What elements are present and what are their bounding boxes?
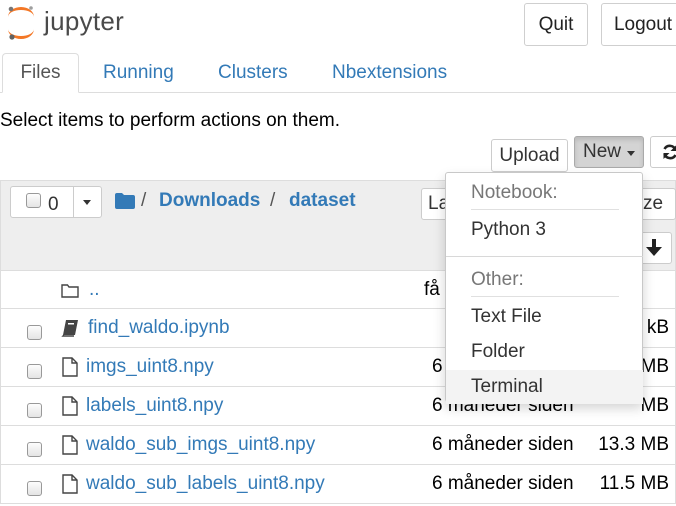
refresh-button[interactable] — [650, 136, 676, 168]
menu-item-python3[interactable]: Python 3 — [446, 213, 643, 247]
item-size: MB — [640, 356, 670, 377]
menu-item-terminal[interactable]: Terminal — [446, 370, 643, 404]
arrow-down-icon — [646, 239, 662, 256]
item-name[interactable]: imgs_uint8.npy — [86, 356, 214, 378]
item-name[interactable]: waldo_sub_imgs_uint8.npy — [86, 434, 315, 456]
list-item[interactable]: waldo_sub_labels_uint8.npy 6 måneder sid… — [0, 465, 676, 504]
folder-icon[interactable] — [115, 193, 135, 209]
item-size: MB — [640, 395, 670, 416]
tab-nbextensions[interactable]: Nbextensions — [318, 53, 461, 93]
breadcrumb-root-sep: / — [141, 190, 147, 211]
selected-count: 0 — [48, 194, 59, 215]
refresh-icon — [663, 144, 676, 160]
item-size: 11.5 MB — [599, 473, 669, 494]
breadcrumb-dataset[interactable]: dataset — [289, 190, 356, 212]
file-icon — [62, 474, 78, 494]
menu-divider — [446, 256, 643, 257]
row-checkbox[interactable] — [27, 442, 42, 457]
upload-button[interactable]: Upload — [491, 139, 568, 172]
item-name[interactable]: labels_uint8.npy — [86, 395, 223, 417]
item-modified: 6 — [432, 356, 443, 377]
item-size: 13.3 MB — [598, 434, 669, 455]
list-item[interactable]: waldo_sub_imgs_uint8.npy 6 måneder siden… — [0, 426, 676, 465]
breadcrumb-sep: / — [270, 190, 276, 211]
tab-files[interactable]: Files — [2, 53, 79, 93]
menu-header-notebook: Notebook: — [471, 182, 558, 203]
tab-running[interactable]: Running — [89, 53, 188, 93]
menu-header-underline — [471, 209, 619, 210]
menu-item-folder[interactable]: Folder — [446, 335, 643, 369]
folder-icon — [61, 284, 79, 298]
caret-down-icon[interactable] — [83, 200, 91, 205]
item-modified: 6 måneder siden — [432, 434, 574, 455]
caret-down-icon — [627, 150, 635, 156]
file-icon — [62, 435, 78, 455]
jupyter-logo-icon — [8, 6, 34, 40]
row-checkbox[interactable] — [27, 364, 42, 379]
file-icon — [62, 396, 78, 416]
menu-header-underline — [471, 296, 619, 297]
file-icon — [62, 357, 78, 377]
item-size: kB — [646, 317, 669, 338]
new-dropdown-button[interactable]: New — [574, 136, 644, 168]
selection-hint: Select items to perform actions on them. — [0, 110, 341, 131]
logout-button[interactable]: Logout — [601, 3, 676, 46]
item-modified: 6 måneder siden — [432, 473, 574, 494]
logo-text: jupyter — [44, 6, 125, 36]
row-checkbox[interactable] — [27, 325, 42, 340]
row-checkbox[interactable] — [27, 481, 42, 496]
select-divider — [73, 187, 74, 217]
notebook-icon — [61, 320, 78, 337]
item-modified: få — [424, 279, 440, 300]
item-name[interactable]: find_waldo.ipynb — [88, 317, 230, 339]
row-checkbox[interactable] — [27, 403, 42, 418]
quit-button[interactable]: Quit — [524, 3, 588, 46]
tab-clusters[interactable]: Clusters — [204, 53, 302, 93]
menu-item-text-file[interactable]: Text File — [446, 300, 643, 334]
sort-size-label: ze — [643, 193, 664, 214]
item-name[interactable]: .. — [89, 279, 100, 301]
new-dropdown-menu: Notebook: Python 3 Other: Text File Fold… — [445, 172, 643, 404]
select-all-dropdown[interactable]: 0 — [10, 186, 102, 218]
select-all-checkbox[interactable] — [26, 193, 41, 208]
menu-header-other: Other: — [471, 269, 524, 290]
new-button-label: New — [582, 141, 621, 162]
item-name[interactable]: waldo_sub_labels_uint8.npy — [86, 473, 325, 495]
breadcrumb-downloads[interactable]: Downloads — [159, 190, 260, 212]
jupyter-logo[interactable]: jupyter — [4, 4, 144, 42]
